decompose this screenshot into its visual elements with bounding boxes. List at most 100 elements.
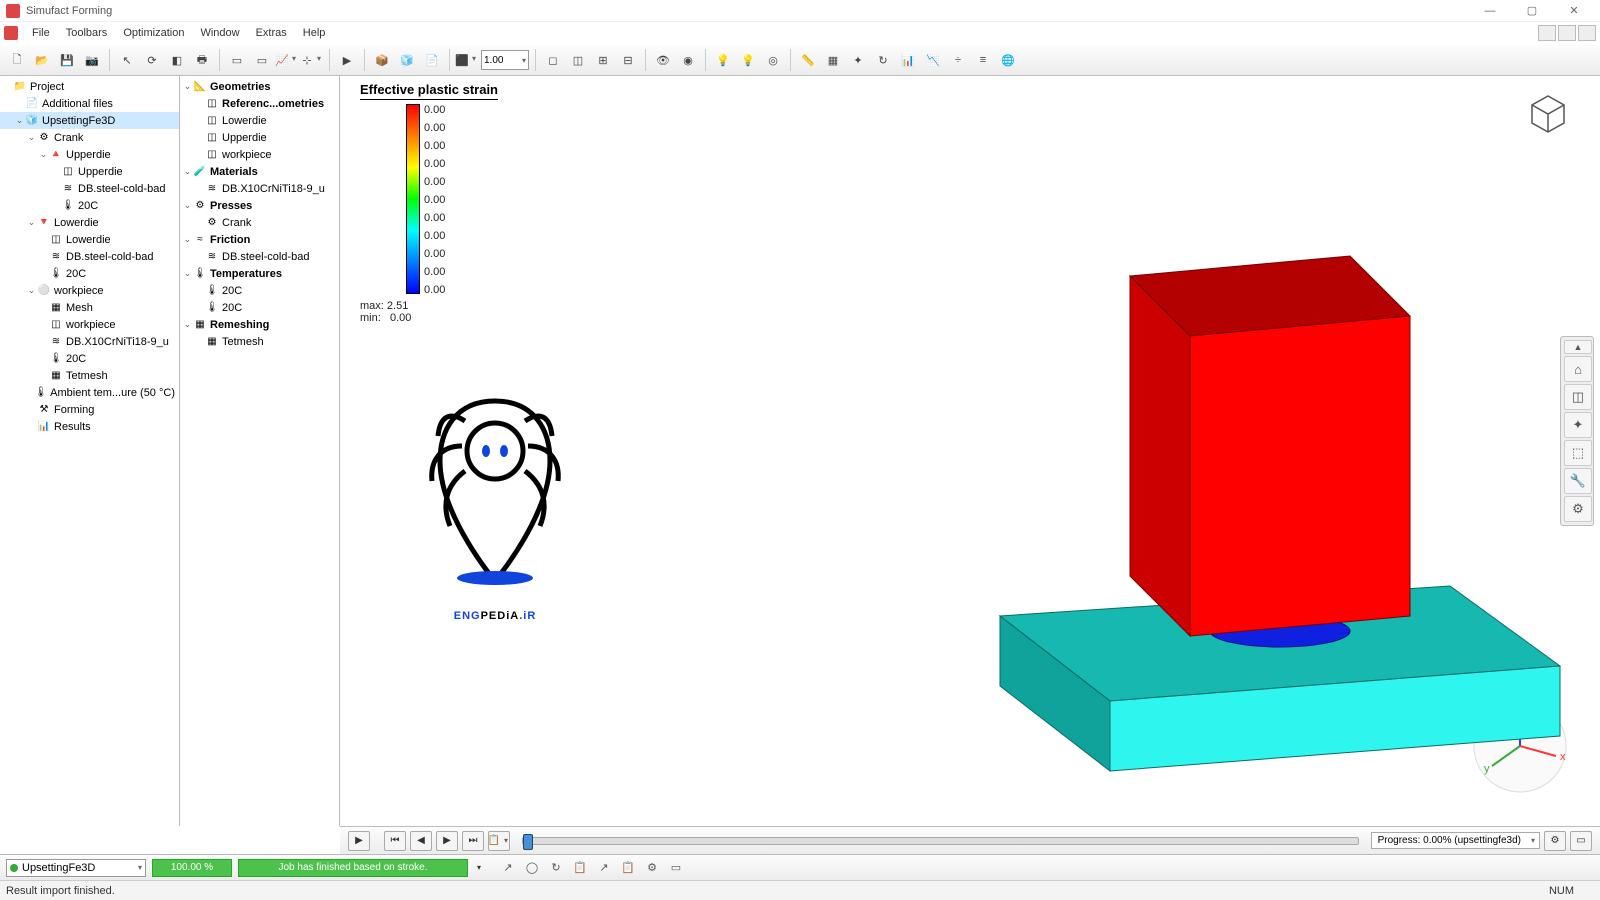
camera-icon[interactable]: 📷 — [81, 49, 103, 71]
tree-item[interactable]: ⌄⚪workpiece — [0, 282, 179, 299]
menu-help[interactable]: Help — [295, 25, 334, 41]
scale-combo[interactable]: 1.00 — [481, 50, 529, 70]
tree-item[interactable]: ⌄🧊UpsettingFe3D — [0, 112, 179, 129]
mdi-max-button[interactable] — [1558, 25, 1576, 41]
job-select-combo[interactable]: UpsettingFe3D — [6, 859, 146, 877]
last-frame-button[interactable]: ⏭ — [462, 831, 484, 851]
status-tool-4[interactable]: ↗ — [594, 858, 614, 878]
print-icon[interactable]: 🖶 — [191, 49, 213, 71]
timeline-thumb[interactable] — [523, 834, 533, 850]
tree-item[interactable]: ⌄≈Friction — [180, 231, 339, 248]
tree-item[interactable]: ◫Upperdie — [0, 163, 179, 180]
cursor-icon[interactable]: ↖ — [116, 49, 138, 71]
tree-item[interactable]: 📄Additional files — [0, 95, 179, 112]
tree-item[interactable]: ⌄🔻Lowerdie — [0, 214, 179, 231]
cube4-icon[interactable]: ⊟ — [617, 49, 639, 71]
menu-file[interactable]: File — [24, 25, 58, 41]
viewport-3d[interactable]: Effective plastic strain 0.000.000.000.0… — [340, 76, 1600, 826]
tree-item[interactable]: ◫workpiece — [0, 316, 179, 333]
progress-combo[interactable]: Progress: 0.00% (upsettingfe3d) — [1371, 832, 1540, 849]
status-tool-3[interactable]: 📋 — [570, 858, 590, 878]
view-cube-icon[interactable] — [1526, 92, 1570, 136]
tree-item[interactable]: ⌄🔺Upperdie — [0, 146, 179, 163]
cube1-icon[interactable]: ◻ — [542, 49, 564, 71]
cylinder-icon[interactable]: ⬛ — [456, 49, 478, 71]
tree-item[interactable]: 📁Project — [0, 78, 179, 95]
tree-item[interactable]: ⚒Forming — [0, 401, 179, 418]
ruler-icon[interactable]: 📏 — [797, 49, 819, 71]
bulb1-icon[interactable]: 💡 — [712, 49, 734, 71]
tree-item[interactable]: ◫workpiece — [180, 146, 339, 163]
tree-item[interactable]: 🌡Ambient tem...ure (50 °C) — [0, 384, 179, 401]
window2-icon[interactable]: ▭ — [251, 49, 273, 71]
eye-icon[interactable]: 👁 — [652, 49, 674, 71]
cube3-icon[interactable]: ⊞ — [592, 49, 614, 71]
tree-item[interactable]: 🌡20C — [0, 197, 179, 214]
expand-toggle-icon[interactable]: ⌄ — [26, 217, 37, 228]
menu-window[interactable]: Window — [192, 25, 247, 41]
status-tool-1[interactable]: ◯ — [522, 858, 542, 878]
tree-item[interactable]: 🌡20C — [180, 299, 339, 316]
status-tool-5[interactable]: 📋 — [618, 858, 638, 878]
tree-item[interactable]: ≋DB.X10CrNiTi18-9_u — [0, 333, 179, 350]
menu-extras[interactable]: Extras — [248, 25, 295, 41]
graph-icon[interactable]: 📈 — [276, 49, 298, 71]
tree-item[interactable]: ◫Upperdie — [180, 129, 339, 146]
tree-item[interactable]: ≋DB.steel-cold-bad — [180, 248, 339, 265]
tree-item[interactable]: ⚙Crank — [180, 214, 339, 231]
ring-icon[interactable]: ◎ — [762, 49, 784, 71]
next-frame-button[interactable]: ▶ — [436, 831, 458, 851]
menu-optimization[interactable]: Optimization — [115, 25, 192, 41]
playback-export-button[interactable]: ▭ — [1570, 831, 1592, 851]
new-icon[interactable]: 🗋 — [6, 49, 28, 71]
circle-arrow-icon[interactable]: ↻ — [872, 49, 894, 71]
status-tool-0[interactable]: ↗ — [498, 858, 518, 878]
tree-item[interactable]: ▦Mesh — [0, 299, 179, 316]
layers-icon[interactable]: ≡ — [972, 49, 994, 71]
expand-toggle-icon[interactable]: ⌄ — [182, 319, 193, 330]
status-tool-2[interactable]: ↻ — [546, 858, 566, 878]
play-button[interactable]: ▶ — [348, 831, 370, 851]
expand-toggle-icon[interactable]: ⌄ — [26, 132, 37, 143]
expand-toggle-icon[interactable]: ⌄ — [182, 268, 193, 279]
tree-item[interactable]: 📊Results — [0, 418, 179, 435]
tree-item[interactable]: ▦Tetmesh — [180, 333, 339, 350]
expand-toggle-icon[interactable]: ⌄ — [38, 149, 49, 160]
maximize-button[interactable]: ▢ — [1512, 1, 1552, 21]
playback-settings-button[interactable]: ⚙ — [1544, 831, 1566, 851]
globe-icon[interactable]: 🌐 — [997, 49, 1019, 71]
bulb2-icon[interactable]: 💡 — [737, 49, 759, 71]
mdi-min-button[interactable] — [1538, 25, 1556, 41]
divide-icon[interactable]: ÷ — [947, 49, 969, 71]
open-icon[interactable]: 📂 — [31, 49, 53, 71]
play-icon[interactable]: ▶ — [336, 49, 358, 71]
first-frame-button[interactable]: ⏮ — [384, 831, 406, 851]
grid-icon[interactable]: ▦ — [822, 49, 844, 71]
box-orange-icon[interactable]: ◧ — [166, 49, 188, 71]
tree-item[interactable]: ◫Referenc...ometries — [180, 95, 339, 112]
save-icon[interactable]: 💾 — [56, 49, 78, 71]
tree-item[interactable]: ⌄🌡Temperatures — [180, 265, 339, 282]
tree-item[interactable]: 🌡20C — [0, 265, 179, 282]
cube2-icon[interactable]: ◫ — [567, 49, 589, 71]
sheet-icon[interactable]: 📄 — [421, 49, 443, 71]
menu-toolbars[interactable]: Toolbars — [58, 25, 116, 41]
expand-toggle-icon[interactable]: ⌄ — [182, 200, 193, 211]
status-tool-6[interactable]: ⚙ — [642, 858, 662, 878]
package-icon[interactable]: 📦 — [371, 49, 393, 71]
app-menu-icon[interactable] — [4, 26, 18, 40]
tree-item[interactable]: ◫Lowerdie — [0, 231, 179, 248]
prev-frame-button[interactable]: ◀ — [410, 831, 432, 851]
minimize-button[interactable]: — — [1470, 1, 1510, 21]
expand-toggle-icon[interactable]: ⌄ — [182, 166, 193, 177]
tree-item[interactable]: ⌄⚙Presses — [180, 197, 339, 214]
mdi-close-button[interactable] — [1578, 25, 1596, 41]
chart1-icon[interactable]: 📊 — [897, 49, 919, 71]
tree-item[interactable]: ⌄📐Geometries — [180, 78, 339, 95]
tree-item[interactable]: ▦Tetmesh — [0, 367, 179, 384]
tree-item[interactable]: 🌡20C — [0, 350, 179, 367]
expand-toggle-icon[interactable]: ⌄ — [182, 234, 193, 245]
eye2-icon[interactable]: ◉ — [677, 49, 699, 71]
chart2-icon[interactable]: 📉 — [922, 49, 944, 71]
window-icon[interactable]: ▭ — [226, 49, 248, 71]
